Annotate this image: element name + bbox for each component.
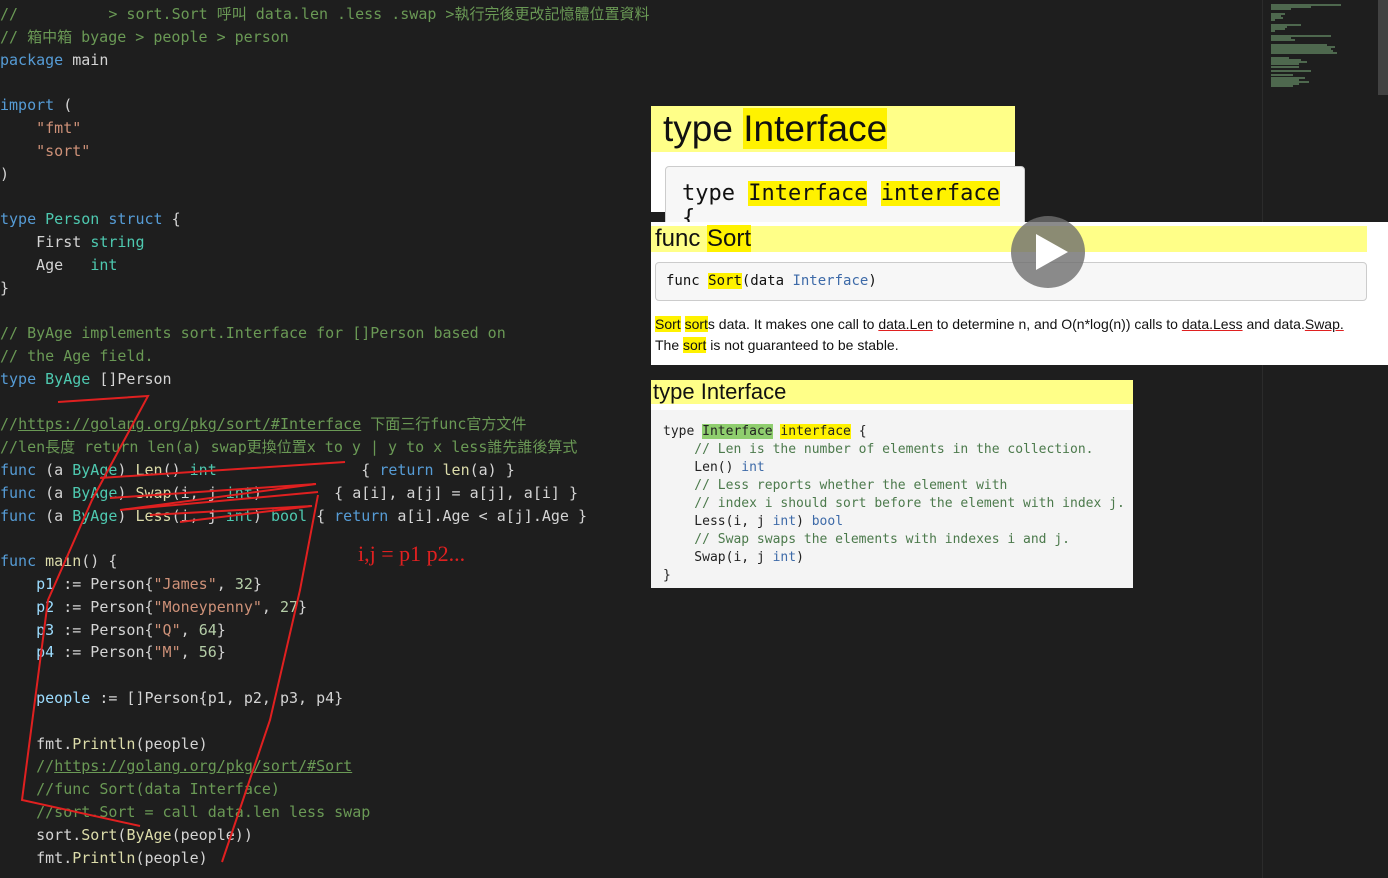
code-row: Less(i, j int) bool: [663, 514, 844, 529]
doc-heading: type Interface: [651, 106, 1015, 152]
pen-stroke-left: [20, 394, 150, 827]
play-icon[interactable]: [1036, 234, 1068, 270]
code-row: Len() int: [663, 460, 765, 475]
code-row: // Swap swaps the elements with indexes …: [663, 532, 1070, 547]
code-row: Swap(i, j int): [663, 550, 804, 565]
doc-code-block: type Interface interface { // Len is the…: [651, 410, 1133, 588]
pen-cross-2: [109, 483, 319, 511]
pen-stroke-right: [221, 494, 319, 863]
doc-snippet-type-interface: type Interface type Interface interface …: [651, 106, 1025, 231]
pen-cross-1: [99, 461, 346, 479]
doc-code-box: type Interface interface {: [665, 166, 1025, 231]
code-row: // Less reports whether the element with: [663, 478, 1008, 493]
code-row: type Interface interface {: [663, 424, 867, 439]
code-row: // index i should sort before the elemen…: [663, 496, 1125, 511]
doc-description: Sort sorts data. It makes one call to da…: [655, 316, 1344, 353]
doc-heading: func Sort: [651, 225, 1367, 252]
handwritten-note: i,j = p1 p2...: [358, 541, 466, 566]
doc-snippet-interface-definition: type Interface type Interface interface …: [651, 380, 1133, 588]
pen-cross-3: [149, 505, 313, 523]
doc-heading: type Interface: [651, 380, 1133, 404]
code-row: }: [663, 568, 671, 583]
doc-signature: func Sort(data Interface): [655, 262, 1367, 301]
code-row: // Len is the number of elements in the …: [663, 442, 1094, 457]
